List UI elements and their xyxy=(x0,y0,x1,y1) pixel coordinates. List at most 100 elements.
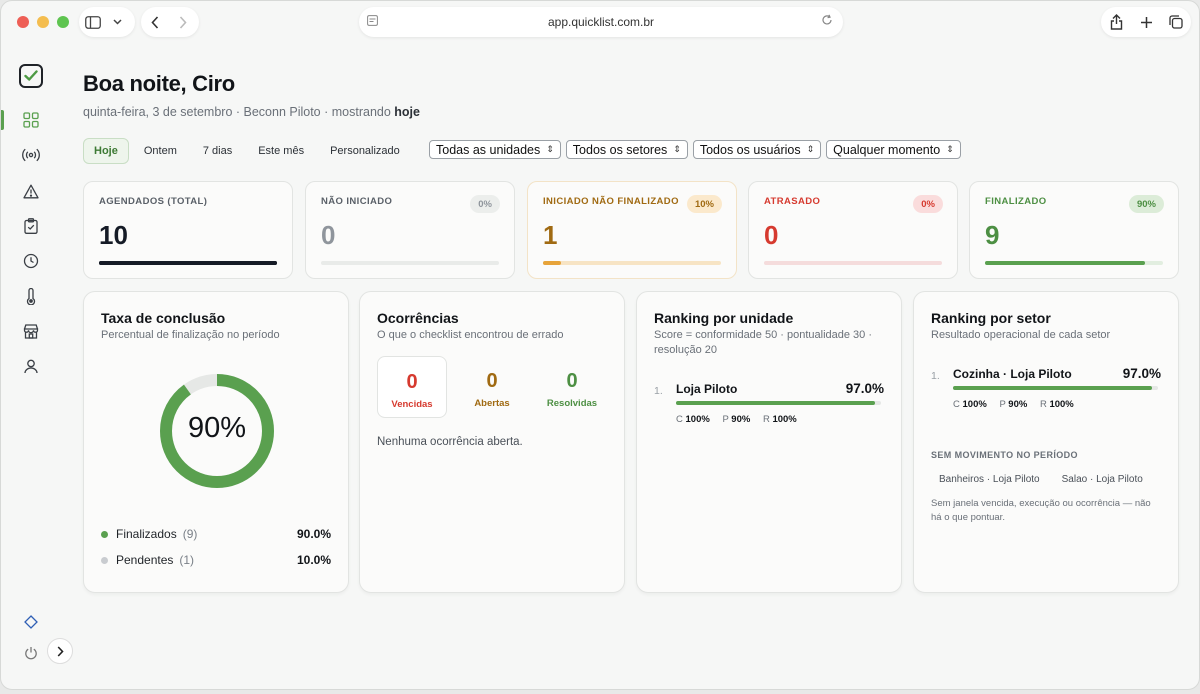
select-arrows-icon: ⇕ xyxy=(806,144,815,154)
navigation-group xyxy=(141,7,199,37)
kpi-progress-track xyxy=(99,261,277,265)
tab-este-mes[interactable]: Este mês xyxy=(247,138,316,164)
share-icon[interactable] xyxy=(1102,10,1130,34)
broadcast-icon[interactable] xyxy=(21,145,41,165)
legend-percent: 90.0% xyxy=(296,527,331,541)
user-icon[interactable] xyxy=(21,356,41,376)
filters-bar: Todas as unidades ⇕ Todos os setores ⇕ Tod… xyxy=(429,140,961,159)
browser-titlebar: app.quicklist.com.br xyxy=(1,1,1199,51)
clock-icon[interactable] xyxy=(21,251,41,271)
sector-ranking-panel: Ranking por setor Resultado operacional … xyxy=(913,291,1179,593)
expand-sidebar-button[interactable] xyxy=(47,638,73,664)
inactive-sector-chip[interactable]: Banheiros · Loja Piloto xyxy=(931,470,1048,488)
kpi-value: 0 xyxy=(764,220,779,250)
inactive-sector-chip[interactable]: Salao · Loja Piloto xyxy=(1054,470,1151,488)
kpi-card[interactable]: ATRASADO 0% 0 xyxy=(748,181,958,279)
kpi-progress-fill xyxy=(543,261,561,265)
legend-row-finalizados: Finalizados (9) 90.0% xyxy=(101,527,331,541)
kpi-card[interactable]: AGENDADOS (TOTAL) 10 xyxy=(83,181,293,279)
pontualidade-label: P xyxy=(722,414,729,425)
power-icon[interactable] xyxy=(21,643,41,663)
kpi-label: ATRASADO xyxy=(764,196,821,207)
no-activity-caption: SEM MOVIMENTO NO PERÍODO xyxy=(931,450,1078,460)
resolucao-value: 100% xyxy=(772,414,797,425)
users-select[interactable]: Todos os usuários ⇕ xyxy=(692,140,822,159)
window-controls xyxy=(17,16,69,28)
subtitle-text: quinta-feira, 3 de setembro · Beconn Pil… xyxy=(83,105,395,119)
kpi-progress-track xyxy=(985,261,1163,265)
diamond-icon[interactable] xyxy=(21,612,41,632)
sidebar xyxy=(1,51,73,689)
tab-personalizado[interactable]: Personalizado xyxy=(319,138,411,164)
rank-score-bar-fill xyxy=(676,401,875,405)
panel-title: Taxa de conclusão xyxy=(101,310,226,326)
inactive-sectors: Banheiros · Loja Piloto Salao · Loja Pil… xyxy=(931,470,1151,488)
rank-name: Loja Piloto xyxy=(676,382,738,396)
url-text: app.quicklist.com.br xyxy=(547,15,655,29)
kpi-card[interactable]: NÃO INICIADO 0% 0 xyxy=(305,181,515,279)
panel-subtitle: O que o checklist encontrou de errado xyxy=(377,329,564,341)
legend-count: (1) xyxy=(179,553,195,567)
sectors-select[interactable]: Todos os setores ⇕ xyxy=(565,140,688,159)
address-bar[interactable]: app.quicklist.com.br xyxy=(359,7,843,37)
occurrence-count: 0 xyxy=(406,371,418,393)
kpi-card[interactable]: INICIADO NÃO FINALIZADO 10% 1 xyxy=(527,181,737,279)
legend-dot xyxy=(101,530,108,538)
kpi-progress-track xyxy=(543,261,721,265)
rank-breakdown: C 100% P 90% R 100% xyxy=(676,414,807,425)
time-select[interactable]: Qualquer momento ⇕ xyxy=(826,140,961,159)
panel-title: Ranking por unidade xyxy=(654,310,794,326)
kpi-progress-track xyxy=(321,261,499,265)
occurrence-vencidas[interactable]: 0 Vencidas xyxy=(377,356,447,418)
tab-overview-icon[interactable] xyxy=(1162,10,1190,34)
reload-icon[interactable] xyxy=(821,14,833,29)
occurrence-abertas[interactable]: 0 Abertas xyxy=(457,356,527,418)
chevron-down-icon[interactable] xyxy=(107,10,127,34)
units-select-value: Todas as unidades xyxy=(436,142,541,157)
occurrence-label: Resolvidas xyxy=(546,398,598,409)
browser-actions xyxy=(1101,7,1191,37)
sidebar-toggle-icon[interactable] xyxy=(79,10,107,34)
minimize-window-button[interactable] xyxy=(37,16,49,28)
tab-hoje[interactable]: Hoje xyxy=(83,138,129,164)
occurrences-empty-message: Nenhuma ocorrência aberta. xyxy=(377,436,523,448)
unit-ranking-panel: Ranking por unidade Score = conformidade… xyxy=(636,291,902,593)
forward-icon[interactable] xyxy=(169,10,197,34)
no-activity-note: Sem janela vencida, execução ou ocorrênc… xyxy=(931,498,1151,523)
maximize-window-button[interactable] xyxy=(57,16,69,28)
grid-icon[interactable] xyxy=(21,110,41,130)
page-title: Boa noite, Ciro xyxy=(83,71,235,96)
kpi-label: AGENDADOS (TOTAL) xyxy=(99,196,208,207)
subtitle-period: hoje xyxy=(394,105,420,119)
occurrences-panel: Ocorrências O que o checklist encontrou … xyxy=(359,291,625,593)
tab-7-dias[interactable]: 7 dias xyxy=(191,138,244,164)
tab-ontem[interactable]: Ontem xyxy=(132,138,188,164)
conformidade-label: C xyxy=(676,414,683,425)
kpi-progress-track xyxy=(764,261,942,265)
store-icon[interactable] xyxy=(21,321,41,341)
pontualidade-value: 90% xyxy=(1008,399,1028,410)
kpi-progress-fill xyxy=(985,261,1146,265)
new-tab-icon[interactable] xyxy=(1132,10,1160,34)
occurrence-resolvidas[interactable]: 0 Resolvidas xyxy=(537,356,607,418)
clipboard-check-icon[interactable] xyxy=(21,216,41,236)
active-indicator xyxy=(1,110,4,130)
kpi-label: INICIADO NÃO FINALIZADO xyxy=(543,196,679,207)
kpi-card[interactable]: FINALIZADO 90% 9 xyxy=(969,181,1179,279)
back-icon[interactable] xyxy=(141,10,169,34)
kpi-value: 1 xyxy=(543,220,558,250)
warning-icon[interactable] xyxy=(21,181,41,201)
units-select[interactable]: Todas as unidades ⇕ xyxy=(429,140,561,159)
conformidade-label: C xyxy=(953,399,960,410)
legend-label: Pendentes xyxy=(116,553,174,567)
legend-label: Finalizados xyxy=(116,527,177,541)
kpi-label: NÃO INICIADO xyxy=(321,196,393,207)
completion-percent: 90% xyxy=(187,412,247,444)
kpi-value: 10 xyxy=(99,220,128,250)
close-window-button[interactable] xyxy=(17,16,29,28)
thermometer-icon[interactable] xyxy=(21,286,41,306)
check-square-logo-icon[interactable] xyxy=(19,64,43,88)
legend-dot xyxy=(101,556,108,564)
rank-score-bar-fill xyxy=(953,386,1152,390)
occurrence-count: 0 xyxy=(566,370,578,392)
